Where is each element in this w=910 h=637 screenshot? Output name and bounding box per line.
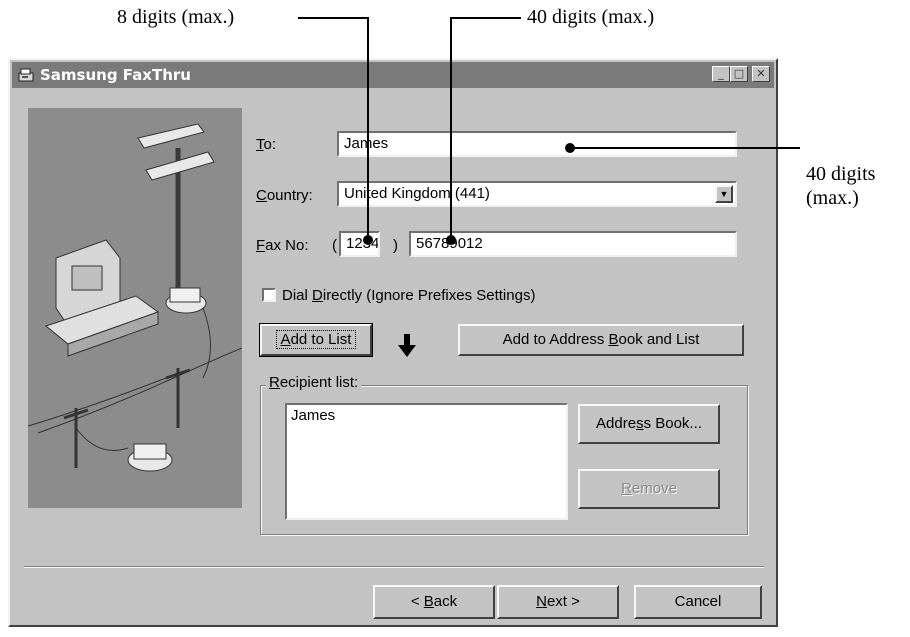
dial-directly-checkbox[interactable] <box>262 288 276 302</box>
to-label: To: <box>256 136 277 153</box>
fax-app-icon <box>18 68 34 82</box>
fax-close-paren: ) <box>393 237 398 254</box>
fax-open-paren: ( <box>332 237 337 254</box>
add-to-list-button[interactable]: Add to List <box>259 323 373 357</box>
title-bar[interactable]: Samsung FaxThru _ □ ✕ <box>12 62 774 88</box>
down-arrow-icon <box>398 334 416 357</box>
close-button[interactable]: ✕ <box>752 66 770 82</box>
add-to-address-book-button[interactable]: Add to Address Book and List <box>458 324 744 356</box>
fax-label: Fax No: <box>256 237 309 254</box>
remove-button[interactable]: Remove <box>578 469 720 509</box>
country-label: Country: <box>256 187 313 204</box>
dial-directly-label[interactable]: Dial Directly (Ignore Prefixes Settings) <box>282 287 535 305</box>
cancel-button[interactable]: Cancel <box>634 585 762 619</box>
annotation-right-line1: 40 digits <box>806 163 876 185</box>
annotation-8-digits: 8 digits (max.) <box>117 6 235 28</box>
footer-separator <box>24 566 764 568</box>
list-item[interactable]: James <box>287 405 566 427</box>
fax-area-code-field[interactable]: 1234 <box>339 231 380 257</box>
recipient-listbox[interactable]: James <box>285 403 568 520</box>
illustration-graphic <box>27 123 243 472</box>
next-button[interactable]: Next > <box>497 585 619 619</box>
address-book-button[interactable]: Address Book... <box>578 404 720 444</box>
back-button[interactable]: < Back <box>373 585 495 619</box>
to-field[interactable]: James <box>337 131 737 157</box>
country-select[interactable]: United Kingdom (441) ▼ <box>337 181 737 207</box>
annotation-40-digits-top: 40 digits (max.) <box>527 6 655 28</box>
minimize-button[interactable]: _ <box>712 66 730 82</box>
fax-dialog-window: Samsung FaxThru _ □ ✕ To: James Country:… <box>8 58 778 627</box>
annotation-right-line2: (max.) <box>806 187 859 209</box>
wizard-illustration <box>27 108 243 508</box>
annotation-40-digits-right: 40 digits (max.) <box>806 162 875 210</box>
fax-number-field[interactable]: 56789012 <box>409 231 737 257</box>
country-value: United Kingdom (441) <box>344 185 490 202</box>
window-title: Samsung FaxThru <box>40 66 191 84</box>
recipient-list-legend: Recipient list: <box>266 374 362 392</box>
dropdown-arrow-icon[interactable]: ▼ <box>715 185 733 203</box>
maximize-button[interactable]: □ <box>730 66 748 82</box>
